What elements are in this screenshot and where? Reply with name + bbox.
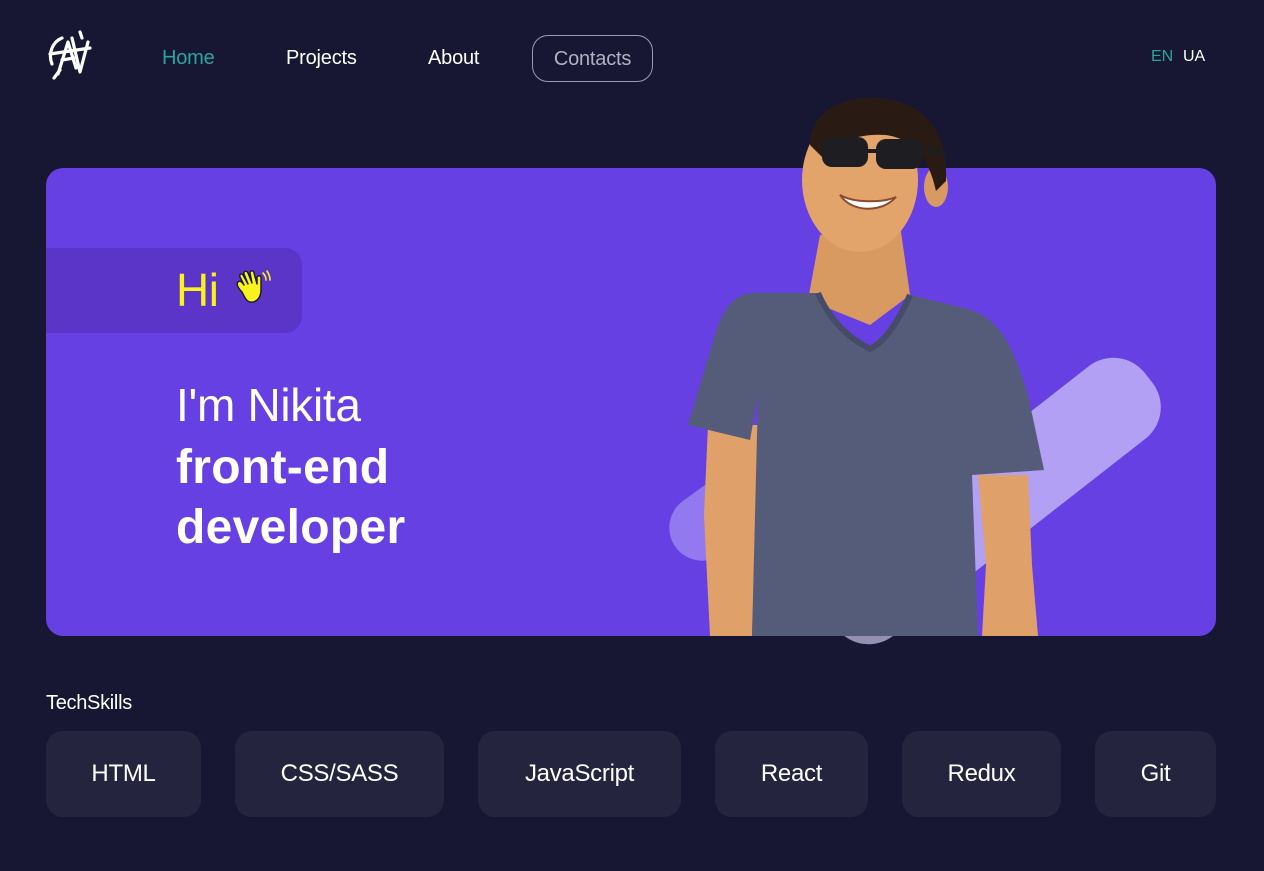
skill-git: Git <box>1095 731 1216 817</box>
skill-redux: Redux <box>902 731 1061 817</box>
role-line: front-end <box>176 441 390 494</box>
role-line: developer <box>176 501 406 554</box>
language-ua[interactable]: UA <box>1183 48 1205 66</box>
developer-portrait <box>688 97 1044 636</box>
nav-contacts-button[interactable]: Contacts <box>532 35 653 82</box>
greeting-text: Hi <box>176 264 219 316</box>
nav-home[interactable]: Home <box>162 35 215 82</box>
skill-react: React <box>715 731 868 817</box>
role-heading: front-end developer <box>176 438 405 558</box>
nav-projects[interactable]: Projects <box>286 35 357 82</box>
monogram-logo-icon[interactable] <box>44 28 94 84</box>
skill-css-sass: CSS/SASS <box>235 731 444 817</box>
intro-heading: I'm Nikita <box>176 379 361 431</box>
waving-hand-icon <box>236 270 271 303</box>
tech-skills-title: TechSkills <box>46 692 132 714</box>
skill-javascript: JavaScript <box>478 731 681 817</box>
nav-about[interactable]: About <box>428 35 479 82</box>
language-en[interactable]: EN <box>1151 48 1173 66</box>
skill-html: HTML <box>46 731 201 817</box>
